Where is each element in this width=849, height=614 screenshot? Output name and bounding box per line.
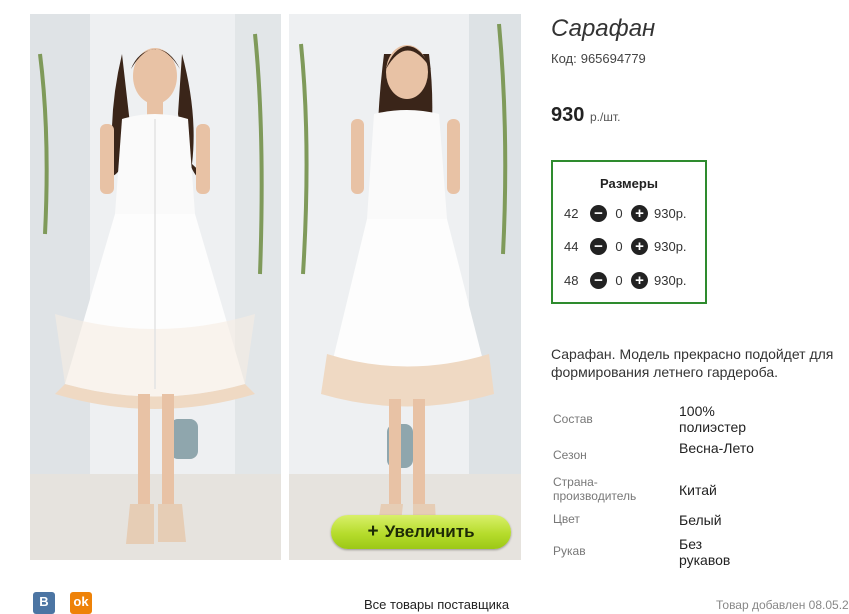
minus-icon[interactable]: −	[590, 204, 607, 222]
spec-value: Весна-Лето	[679, 440, 754, 456]
dress-front-illustration	[30, 14, 281, 560]
product-photo-front[interactable]	[30, 14, 281, 560]
price-unit: р./шт.	[589, 110, 621, 124]
minus-icon[interactable]: −	[590, 237, 607, 255]
product-code-label: Код:	[551, 51, 577, 66]
spec-label: Страна-производитель	[553, 475, 637, 503]
plus-icon[interactable]: +	[631, 204, 648, 222]
spec-value: Белый	[679, 512, 722, 528]
size-label: 42	[564, 205, 579, 221]
size-label: 48	[564, 272, 579, 288]
size-quantity[interactable]: 0	[607, 239, 631, 254]
plus-icon: +	[367, 521, 379, 542]
zoom-button[interactable]: + Увеличить	[331, 515, 511, 549]
product-code-value: 965694779	[580, 51, 646, 66]
spec-label: Состав	[553, 412, 593, 426]
size-row: 42 − 0 + 930р.	[564, 203, 687, 223]
minus-icon[interactable]: −	[590, 271, 607, 289]
size-quantity[interactable]: 0	[607, 206, 631, 221]
all-supplier-goods-link[interactable]: Все товары поставщика	[364, 597, 509, 612]
product-description: Сарафан. Модель прекрасно подойдет для ф…	[551, 346, 834, 380]
price-value: 930	[551, 104, 585, 126]
spec-value: 100% полиэстер	[679, 403, 747, 435]
size-price: 930р.	[654, 205, 687, 221]
spec-label: Сезон	[553, 448, 587, 462]
size-price: 930р.	[654, 272, 687, 288]
product-photo-back[interactable]	[289, 14, 521, 560]
added-date: Товар добавлен 08.05.2	[716, 598, 849, 612]
sizes-panel: Размеры 42 − 0 + 930р. 44 − 0 + 930р. 48…	[551, 160, 707, 304]
size-price: 930р.	[654, 238, 687, 254]
dress-back-illustration	[289, 14, 521, 560]
plus-icon[interactable]: +	[631, 237, 648, 255]
sizes-heading: Размеры	[600, 176, 658, 191]
size-row: 44 − 0 + 930р.	[564, 236, 687, 256]
size-row: 48 − 0 + 930р.	[564, 270, 687, 290]
spec-value: Без рукавов	[679, 536, 731, 568]
spec-value: Китай	[679, 482, 717, 498]
plus-icon[interactable]: +	[631, 271, 648, 289]
product-code: Код: 965694779	[551, 51, 646, 66]
ok-share-icon[interactable]: ok	[70, 592, 92, 614]
spec-label: Рукав	[553, 544, 586, 558]
zoom-button-label: Увеличить	[384, 522, 475, 541]
size-label: 44	[564, 238, 579, 254]
size-quantity[interactable]: 0	[607, 273, 631, 288]
product-title: Сарафан	[551, 15, 656, 42]
product-price: 930 р./шт.	[551, 104, 620, 127]
vk-share-icon[interactable]: В	[33, 592, 55, 614]
spec-label: Цвет	[553, 512, 580, 526]
